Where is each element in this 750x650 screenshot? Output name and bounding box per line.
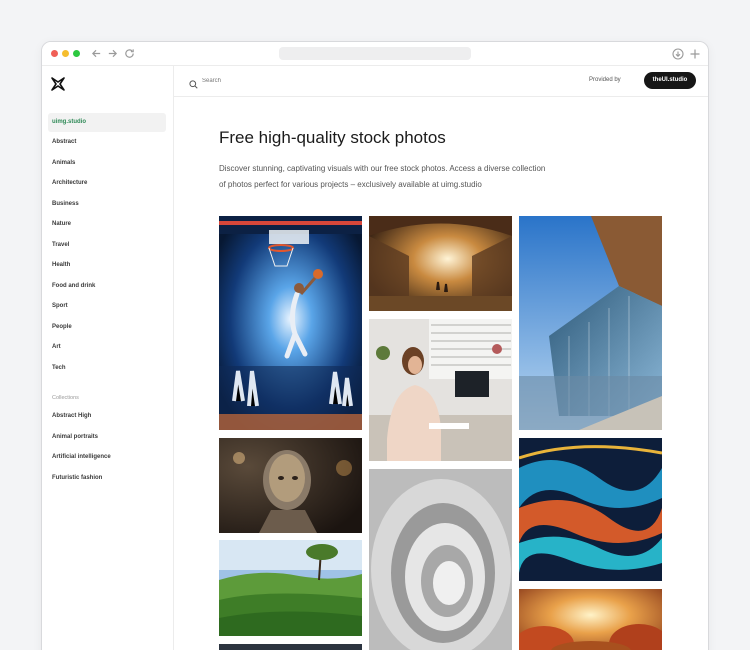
main-content: Provided by theUI.studio Free high-quali… [174, 66, 708, 650]
photo-tea-field[interactable] [219, 540, 362, 636]
sidebar-item-tech[interactable]: Tech [48, 359, 166, 378]
sidebar-item-abstract-high[interactable]: Abstract High [48, 407, 166, 426]
sidebar-item-architecture[interactable]: Architecture [48, 174, 166, 193]
collections-heading: Collections [52, 395, 79, 401]
photo-robot-head[interactable] [219, 438, 362, 533]
photo-dark-partial[interactable] [219, 644, 362, 650]
sidebar: uimg.studio Abstract Animals Architectur… [42, 66, 174, 650]
sidebar-item-health[interactable]: Health [48, 256, 166, 275]
photo-station-hall[interactable] [369, 216, 512, 311]
provided-by-label: Provided by [589, 77, 621, 83]
photo-abstract-white-spiral[interactable] [369, 469, 512, 650]
sidebar-item-business[interactable]: Business [48, 195, 166, 214]
maximize-window-button[interactable] [73, 50, 80, 57]
photo-abstract-fluid[interactable] [519, 438, 662, 581]
download-icon[interactable] [672, 47, 684, 60]
photo-office-woman[interactable] [369, 319, 512, 461]
search-input[interactable] [202, 75, 352, 87]
browser-toolbar [42, 42, 708, 66]
plus-icon[interactable] [689, 47, 701, 59]
page-description: Discover stunning, captivating visuals w… [219, 164, 546, 189]
minimize-window-button[interactable] [62, 50, 69, 57]
search-icon [189, 76, 198, 89]
sidebar-item-sport[interactable]: Sport [48, 297, 166, 316]
photo-autumn-landscape[interactable] [519, 589, 662, 650]
refresh-icon[interactable] [122, 46, 136, 60]
sidebar-item-uimg-studio[interactable]: uimg.studio [48, 113, 166, 132]
sidebar-item-people[interactable]: People [48, 318, 166, 337]
sidebar-item-futuristic-fashion[interactable]: Futuristic fashion [48, 469, 166, 488]
sidebar-item-artificial-intelligence[interactable]: Artificial intelligence [48, 448, 166, 467]
photo-glass-building[interactable] [519, 216, 662, 430]
theui-studio-button[interactable]: theUI.studio [644, 72, 696, 89]
photo-basketball[interactable] [219, 216, 362, 430]
sidebar-item-animal-portraits[interactable]: Animal portraits [48, 428, 166, 447]
sidebar-item-animals[interactable]: Animals [48, 154, 166, 173]
top-bar: Provided by theUI.studio [174, 66, 708, 97]
arrow-right-icon[interactable] [105, 46, 119, 60]
address-bar[interactable] [279, 47, 471, 60]
sidebar-item-abstract[interactable]: Abstract [48, 133, 166, 152]
sidebar-item-food-and-drink[interactable]: Food and drink [48, 277, 166, 296]
sidebar-item-art[interactable]: Art [48, 338, 166, 357]
arrow-left-icon[interactable] [89, 46, 103, 60]
browser-window: uimg.studio Abstract Animals Architectur… [41, 41, 709, 650]
page-title: Free high-quality stock photos [219, 128, 446, 147]
sidebar-item-travel[interactable]: Travel [48, 236, 166, 255]
uimg-logo-icon[interactable] [50, 76, 66, 92]
close-window-button[interactable] [51, 50, 58, 57]
sidebar-item-nature[interactable]: Nature [48, 215, 166, 234]
